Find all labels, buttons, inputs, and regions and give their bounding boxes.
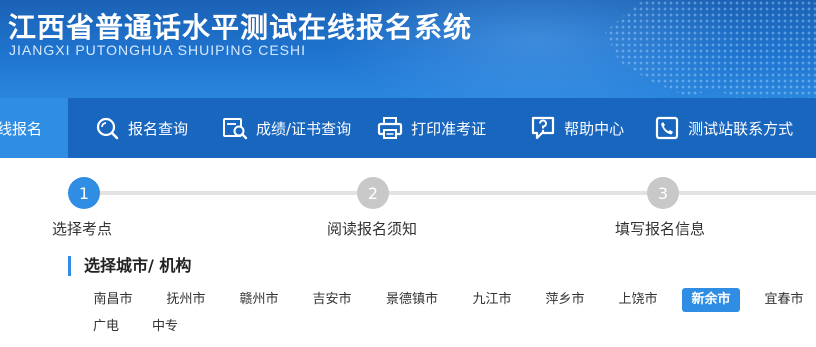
registration-stepper: 1 2 3 选择考点 阅读报名须知 填写报名信息 bbox=[0, 158, 816, 238]
step-2-indicator: 2 bbox=[357, 177, 389, 209]
city-options: 南昌市 抚州市 赣州市 吉安市 景德镇市 九江市 萍乡市 上饶市 新余市 宜春市… bbox=[0, 288, 816, 347]
city-option-yichun[interactable]: 宜春市 bbox=[755, 288, 813, 312]
step-connector bbox=[84, 191, 373, 195]
nav-item-label: 帮助中心 bbox=[564, 119, 625, 138]
city-option-shangrao[interactable]: 上饶市 bbox=[609, 288, 667, 312]
section-title: 选择城市/ 机构 bbox=[68, 256, 191, 276]
nav-item-label: 测试站联系方式 bbox=[688, 119, 794, 138]
site-title: 江西省普通话水平测试在线报名系统 bbox=[8, 11, 473, 44]
institution-option-guangdian[interactable]: 广电 bbox=[84, 315, 128, 339]
step-connector bbox=[663, 191, 816, 195]
city-option-fuzhou[interactable]: 抚州市 bbox=[157, 288, 215, 312]
step-3-label: 填写报名信息 bbox=[615, 220, 706, 238]
step-2-label: 阅读报名须知 bbox=[327, 220, 418, 238]
nav-item-label: 成绩/证书查询 bbox=[256, 119, 352, 138]
search-icon bbox=[94, 115, 120, 141]
city-option-pingxiang[interactable]: 萍乡市 bbox=[536, 288, 594, 312]
nav-item-score-certificate-query[interactable]: 成绩/证书查询 bbox=[222, 98, 351, 158]
nav-item-online-registration[interactable]: 线报名 bbox=[0, 98, 68, 158]
step-1-label: 选择考点 bbox=[52, 220, 113, 238]
nav-item-registration-query[interactable]: 报名查询 bbox=[94, 98, 188, 158]
header-banner: 江西省普通话水平测试在线报名系统 JIANGXI PUTONGHUA SHUIP… bbox=[0, 0, 816, 98]
site-subtitle: JIANGXI PUTONGHUA SHUIPING CESHI bbox=[9, 42, 307, 58]
nav-item-label: 线报名 bbox=[0, 119, 42, 138]
nav-item-test-station-contacts[interactable]: 测试站联系方式 bbox=[654, 98, 793, 158]
city-option-jingdezhen[interactable]: 景德镇市 bbox=[376, 288, 448, 312]
nav-item-label: 打印准考证 bbox=[411, 119, 487, 138]
city-option-xinyu[interactable]: 新余市 bbox=[682, 288, 740, 312]
step-connector bbox=[373, 191, 663, 195]
city-option-jian[interactable]: 吉安市 bbox=[303, 288, 361, 312]
city-option-jiujiang[interactable]: 九江市 bbox=[463, 288, 521, 312]
nav-item-print-admission-ticket[interactable]: 打印准考证 bbox=[377, 98, 486, 158]
city-option-ganzhou[interactable]: 赣州市 bbox=[230, 288, 288, 312]
nav-item-label: 报名查询 bbox=[128, 119, 189, 138]
help-icon bbox=[530, 115, 556, 141]
nav-item-help-center[interactable]: 帮助中心 bbox=[530, 98, 624, 158]
printer-icon bbox=[377, 115, 403, 141]
city-option-nanchang[interactable]: 南昌市 bbox=[84, 288, 142, 312]
step-1-indicator: 1 bbox=[68, 177, 100, 209]
main-nav: 线报名 报名查询 成绩/证书查询 打印准考证 帮助中心 测试站联系方式 bbox=[0, 98, 816, 158]
institution-option-zhongzhuan[interactable]: 中专 bbox=[143, 315, 187, 339]
phone-icon bbox=[654, 115, 680, 141]
certificate-search-icon bbox=[222, 115, 248, 141]
step-3-indicator: 3 bbox=[647, 177, 679, 209]
